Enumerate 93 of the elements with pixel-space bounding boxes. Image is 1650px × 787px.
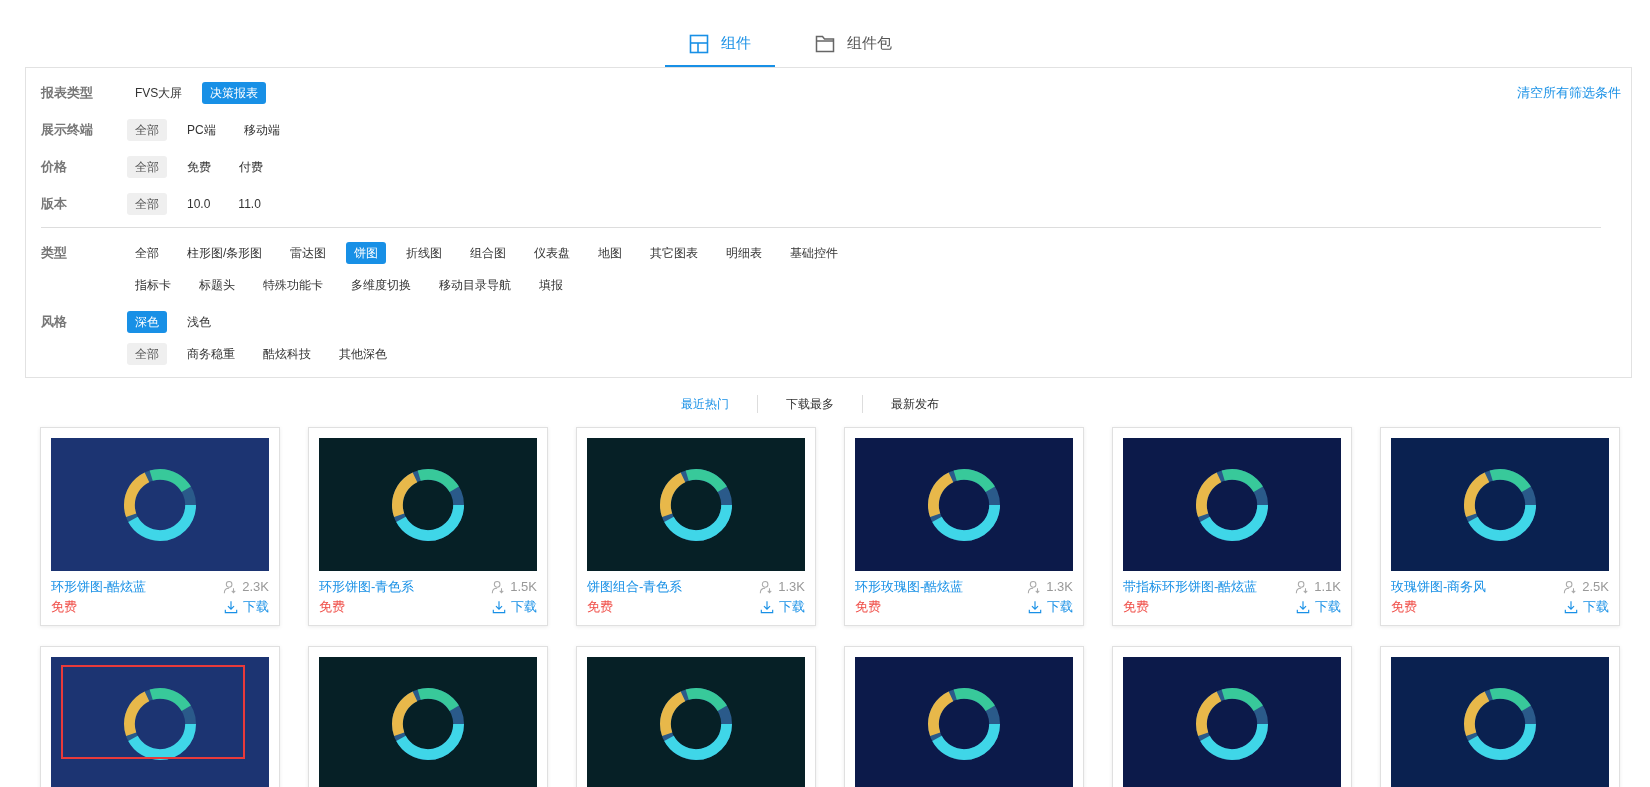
filter-label: 类型 bbox=[41, 244, 68, 262]
template-card[interactable] bbox=[40, 646, 280, 787]
download-link[interactable]: 下载 bbox=[1296, 597, 1341, 617]
template-title[interactable]: 带指标环形饼图-酷炫蓝 bbox=[1123, 577, 1258, 597]
template-card[interactable]: 带指标环形饼图-酷炫蓝 1.1K 免费 下载 bbox=[1112, 427, 1352, 626]
download-count: 1.3K bbox=[1046, 578, 1073, 596]
filter-option[interactable]: 明细表 bbox=[718, 242, 771, 264]
price-label: 免费 bbox=[51, 598, 77, 616]
price-label: 免费 bbox=[319, 598, 345, 616]
template-card[interactable]: 饼图组合-青色系 1.3K 免费 下载 bbox=[576, 427, 816, 626]
filter-label: 版本 bbox=[41, 195, 68, 213]
price-label: 免费 bbox=[587, 598, 613, 616]
download-link[interactable]: 下载 bbox=[1564, 597, 1609, 617]
download-link[interactable]: 下载 bbox=[1028, 597, 1073, 617]
template-card[interactable]: 环形饼图-酷炫蓝 2.3K 免费 下载 bbox=[40, 427, 280, 626]
filter-option[interactable]: 11.0 bbox=[230, 193, 269, 215]
category-tab[interactable]: 组件包 bbox=[790, 30, 916, 67]
filter-label: 报表类型 bbox=[41, 84, 94, 102]
download-count: 1.5K bbox=[510, 578, 537, 596]
template-card[interactable]: 玫瑰饼图-商务风 2.5K 免费 下载 bbox=[1380, 427, 1620, 626]
template-card[interactable]: 环形玫瑰图-酷炫蓝 1.3K 免费 下载 bbox=[844, 427, 1084, 626]
filter-option[interactable]: 付费 bbox=[231, 156, 271, 178]
filter-label: 风格 bbox=[41, 313, 68, 331]
sort-tab[interactable]: 最新发布 bbox=[891, 395, 939, 413]
filter-option[interactable]: 基础控件 bbox=[782, 242, 847, 264]
download-icon bbox=[1564, 600, 1578, 614]
filter-option[interactable]: 特殊功能卡 bbox=[255, 274, 331, 296]
price-label: 免费 bbox=[1123, 598, 1149, 616]
filter-option[interactable]: 10.0 bbox=[179, 193, 219, 215]
sort-tab[interactable]: 最近热门 bbox=[681, 395, 729, 413]
filter-option[interactable]: 全部 bbox=[127, 343, 167, 365]
filter-option[interactable]: 标题头 bbox=[191, 274, 243, 296]
filter-option[interactable]: 折线图 bbox=[398, 242, 451, 264]
filter-label: 展示终端 bbox=[41, 121, 94, 139]
clear-filters-link[interactable]: 清空所有筛选条件 bbox=[1517, 84, 1621, 102]
filter-option[interactable]: 商务稳重 bbox=[179, 343, 243, 365]
filter-option[interactable]: 多维度切换 bbox=[343, 274, 419, 296]
filter-option[interactable]: 移动目录导航 bbox=[431, 274, 519, 296]
download-count: 2.5K bbox=[1582, 578, 1609, 596]
download-link[interactable]: 下载 bbox=[492, 597, 537, 617]
download-icon bbox=[1296, 600, 1310, 614]
layout-icon bbox=[688, 33, 709, 54]
download-link[interactable]: 下载 bbox=[224, 597, 269, 617]
filter-option[interactable]: FVS大屏 bbox=[127, 82, 191, 104]
sort-tab[interactable]: 下载最多 bbox=[786, 395, 834, 413]
filter-option[interactable]: 全部 bbox=[127, 242, 167, 264]
filter-option[interactable]: 其它图表 bbox=[642, 242, 707, 264]
user-download-icon bbox=[491, 580, 506, 594]
template-title[interactable]: 环形饼图-青色系 bbox=[319, 577, 415, 597]
filter-option[interactable]: 免费 bbox=[179, 156, 219, 178]
price-label: 免费 bbox=[1391, 598, 1417, 616]
download-link[interactable]: 下载 bbox=[760, 597, 805, 617]
filter-label: 价格 bbox=[41, 158, 68, 176]
template-title[interactable]: 环形玫瑰图-酷炫蓝 bbox=[855, 577, 964, 597]
user-download-icon bbox=[1295, 580, 1310, 594]
template-card[interactable] bbox=[576, 646, 816, 787]
filter-option[interactable]: 全部 bbox=[127, 156, 167, 178]
user-download-icon bbox=[223, 580, 238, 594]
filter-option[interactable]: 浅色 bbox=[179, 311, 219, 333]
template-card[interactable] bbox=[1380, 646, 1620, 787]
filter-option[interactable]: 全部 bbox=[127, 193, 167, 215]
template-card[interactable] bbox=[308, 646, 548, 787]
folder-icon bbox=[814, 33, 835, 54]
template-card[interactable]: 环形饼图-青色系 1.5K 免费 下载 bbox=[308, 427, 548, 626]
price-label: 免费 bbox=[855, 598, 881, 616]
filter-option[interactable]: 全部 bbox=[127, 119, 167, 141]
download-icon bbox=[760, 600, 774, 614]
template-title[interactable]: 玫瑰饼图-商务风 bbox=[1391, 577, 1487, 597]
download-icon bbox=[1028, 600, 1042, 614]
filter-option[interactable]: PC端 bbox=[179, 119, 224, 141]
filter-option[interactable]: 地图 bbox=[590, 242, 631, 264]
template-card[interactable] bbox=[1112, 646, 1352, 787]
filter-option[interactable]: 填报 bbox=[531, 274, 571, 296]
category-tab[interactable]: 组件 bbox=[664, 30, 775, 67]
template-card[interactable] bbox=[844, 646, 1084, 787]
template-title[interactable]: 饼图组合-青色系 bbox=[587, 577, 683, 597]
download-icon bbox=[224, 600, 238, 614]
filter-option[interactable]: 组合图 bbox=[462, 242, 515, 264]
download-count: 1.3K bbox=[778, 578, 805, 596]
filter-option[interactable]: 指标卡 bbox=[127, 274, 179, 296]
user-download-icon bbox=[1563, 580, 1578, 594]
filter-option[interactable]: 其他深色 bbox=[331, 343, 395, 365]
download-icon bbox=[492, 600, 506, 614]
user-download-icon bbox=[759, 580, 774, 594]
filter-option[interactable]: 柱形图/条形图 bbox=[179, 242, 271, 264]
user-download-icon bbox=[1027, 580, 1042, 594]
filter-option[interactable]: 移动端 bbox=[235, 119, 288, 141]
filter-option[interactable]: 仪表盘 bbox=[526, 242, 579, 264]
template-title[interactable]: 环形饼图-酷炫蓝 bbox=[51, 577, 147, 597]
filter-option[interactable]: 雷达图 bbox=[282, 242, 335, 264]
download-count: 1.1K bbox=[1314, 578, 1341, 596]
filter-option[interactable]: 酷炫科技 bbox=[255, 343, 319, 365]
download-count: 2.3K bbox=[242, 578, 269, 596]
